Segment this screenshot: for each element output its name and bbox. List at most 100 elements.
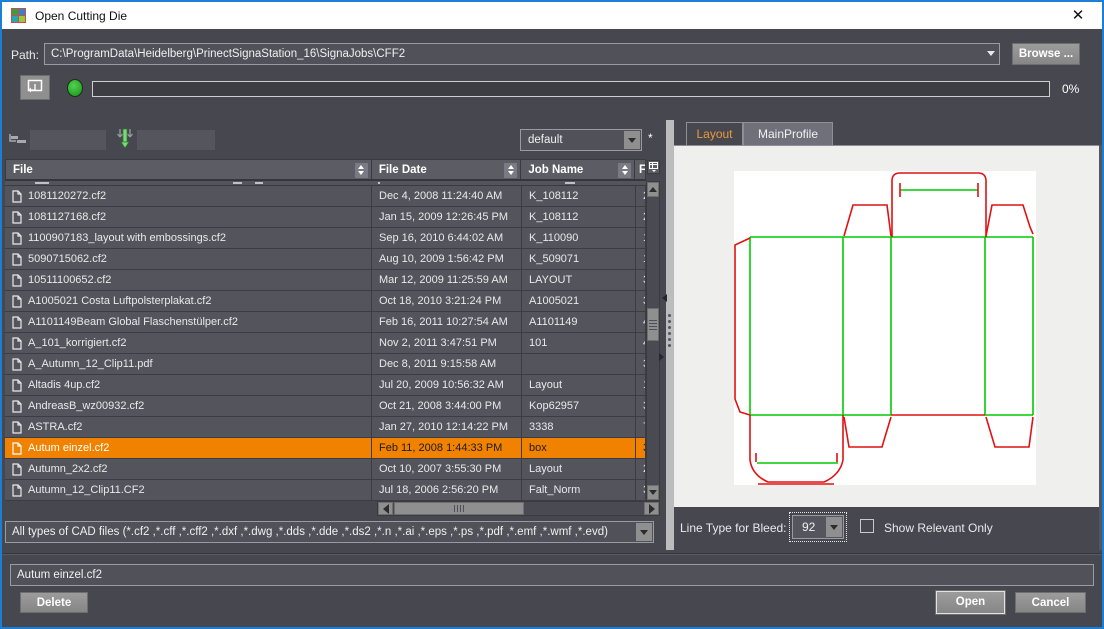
cell-job-name: 3338 (522, 417, 636, 437)
bleed-line-type-combobox[interactable]: 92 (792, 515, 844, 539)
table-row[interactable]: 5090715062.cf2 Aug 10, 2009 1:56:42 PM K… (5, 249, 646, 270)
cell-job-name: Kop62957 (522, 396, 636, 416)
file-icon (12, 463, 22, 476)
show-relevant-checkbox[interactable] (860, 519, 874, 533)
path-value: C:\ProgramData\Heidelberg\PrinectSignaSt… (51, 48, 405, 60)
cell-job-name: K_108112 (522, 186, 636, 206)
cell-file-name: 5090715062.cf2 (28, 253, 107, 265)
browse-button[interactable]: Browse ... (1012, 43, 1080, 65)
table-row[interactable]: Autumn_2x2.cf2 Oct 10, 2007 3:55:30 PM L… (5, 459, 646, 480)
table-row[interactable]: Autumn_12_Clip11.CF2 Jul 18, 2006 2:56:2… (5, 480, 646, 501)
cell-job-name: K_509071 (522, 249, 636, 269)
open-button[interactable]: Open (936, 591, 1005, 614)
table-horizontal-scrollbar[interactable] (377, 501, 660, 516)
filename-input[interactable]: Autum einzel.cf2 (10, 564, 1094, 586)
table-row[interactable]: A1005021 Costa Luftpolsterplakat.cf2 Oct… (5, 291, 646, 312)
chevron-down-icon[interactable] (636, 523, 652, 541)
file-icon (12, 421, 22, 434)
table-row[interactable]: A_101_korrigiert.cf2 Nov 2, 2011 3:47:51… (5, 333, 646, 354)
scroll-down-button[interactable] (647, 485, 659, 500)
cell-file-name: Autumn_2x2.cf2 (28, 463, 108, 475)
sort-toggle-icon[interactable] (618, 163, 631, 178)
sort-order-icon[interactable] (116, 128, 134, 155)
cell-file-date: Sep 16, 2010 6:44:02 AM (372, 228, 522, 248)
table-row[interactable]: Altadis 4up.cf2 Jul 20, 2009 10:56:32 AM… (5, 375, 646, 396)
chevron-down-icon[interactable] (987, 51, 995, 60)
tab-layout[interactable]: Layout (686, 122, 743, 145)
divider (2, 553, 1102, 555)
profile-modified-marker: * (648, 131, 653, 145)
column-header-fil[interactable]: Fil (635, 160, 645, 179)
sort-toggle-icon[interactable] (504, 163, 517, 178)
cell-file-date: Jan 27, 2010 12:14:22 PM (372, 417, 522, 437)
cell-file-name: 10511100652.cf2 (28, 274, 111, 286)
tab-mainprofile[interactable]: MainProfile (743, 122, 833, 145)
sort-toggle-icon[interactable] (355, 163, 368, 178)
profile-combobox[interactable]: default (520, 129, 642, 151)
title-bar[interactable]: Open Cutting Die ✕ (2, 2, 1102, 29)
file-table-header: File File Date Job Name Fil (5, 159, 646, 181)
cell-fil-count: 1 (636, 228, 646, 248)
panel-splitter[interactable] (666, 120, 674, 550)
cell-file-date: Oct 10, 2007 3:55:30 PM (372, 459, 522, 479)
file-type-combobox[interactable]: All types of CAD files (*.cf2 ,*.cff ,*.… (5, 521, 654, 543)
collapse-left-icon[interactable] (658, 294, 667, 302)
name-filter-input[interactable] (30, 130, 106, 150)
cell-job-name: LAYOUT (522, 270, 636, 290)
cell-file-name: A1005021 Costa Luftpolsterplakat.cf2 (28, 295, 211, 307)
column-config-button[interactable] (647, 160, 660, 174)
column-header-job-name[interactable]: Job Name (521, 160, 635, 179)
horizontal-scroll-thumb[interactable] (394, 502, 524, 515)
job-filter-input[interactable] (137, 130, 215, 150)
file-icon (12, 484, 22, 497)
scroll-left-button[interactable] (378, 502, 393, 515)
cell-fil-count: 4 (636, 312, 646, 332)
cell-fil-count: 3 (636, 396, 646, 416)
file-icon (12, 358, 22, 371)
table-row[interactable]: 1081120272.cf2 Dec 4, 2008 11:24:40 AM K… (5, 186, 646, 207)
column-header-file-date[interactable]: File Date (372, 160, 522, 179)
table-row[interactable]: Autum einzel.cf2 Feb 11, 2008 1:44:33 PM… (5, 438, 646, 459)
table-row[interactable]: 1081127168.cf2 Jan 15, 2009 12:26:45 PM … (5, 207, 646, 228)
close-icon[interactable]: ✕ (1068, 6, 1088, 26)
file-icon (12, 316, 22, 329)
chevron-down-icon[interactable] (826, 517, 842, 537)
table-row[interactable]: 1100907183_layout with embossings.cf2 Se… (5, 228, 646, 249)
cell-job-name: A1101149 (522, 312, 636, 332)
table-row[interactable]: A_Autumn_12_Clip11.pdf Dec 8, 2011 9:15:… (5, 354, 646, 375)
table-vertical-scrollbar[interactable] (646, 181, 660, 501)
open-cutting-die-dialog: Open Cutting Die ✕ Path: C:\ProgramData\… (0, 0, 1104, 629)
vertical-scroll-thumb[interactable] (647, 308, 659, 341)
file-icon (12, 337, 22, 350)
cell-file-name: A_101_korrigiert.cf2 (28, 337, 126, 349)
path-label: Path: (11, 48, 39, 62)
delete-button[interactable]: Delete (20, 592, 88, 613)
cell-file-date: Jul 20, 2009 10:56:32 AM (372, 375, 522, 395)
path-combobox[interactable]: C:\ProgramData\Heidelberg\PrinectSignaSt… (44, 43, 1000, 65)
file-icon (12, 253, 22, 266)
file-type-value: All types of CAD files (*.cf2 ,*.cff ,*.… (12, 526, 608, 538)
table-row[interactable]: A1101149Beam Global Flaschenstülper.cf2 … (5, 312, 646, 333)
column-header-file[interactable]: File (6, 160, 372, 179)
cell-job-name: box (522, 438, 636, 458)
cell-fil-count: 7 (636, 417, 646, 437)
triangle-right-icon (649, 504, 660, 514)
tree-filter-icon[interactable] (9, 133, 31, 152)
cell-file-name: 1081120272.cf2 (28, 190, 106, 202)
table-row[interactable]: ASTRA.cf2 Jan 27, 2010 12:14:22 PM 3338 … (5, 417, 646, 438)
bleed-label: Line Type for Bleed: (680, 521, 787, 535)
file-table-body: 1081120272.cf2 Dec 4, 2008 11:24:40 AM K… (5, 186, 646, 501)
cell-file-name: 1081127168.cf2 (28, 211, 106, 223)
table-row[interactable]: 10511100652.cf2 Mar 12, 2009 11:25:59 AM… (5, 270, 646, 291)
cancel-button[interactable]: Cancel (1015, 592, 1086, 613)
table-row[interactable]: AndreasB_wz00932.cf2 Oct 21, 2008 3:44:0… (5, 396, 646, 417)
file-icon (12, 400, 22, 413)
scroll-up-button[interactable] (647, 182, 659, 197)
reload-preview-button[interactable] (20, 75, 50, 100)
chevron-down-icon[interactable] (624, 131, 640, 149)
bleed-options-bar: Line Type for Bleed: 92 Show Relevant On… (674, 507, 1099, 550)
scroll-right-button[interactable] (644, 502, 659, 515)
collapse-right-icon[interactable] (659, 353, 668, 361)
cell-fil-count: 3 (636, 291, 646, 311)
cell-file-date: Oct 18, 2010 3:21:24 PM (372, 291, 522, 311)
